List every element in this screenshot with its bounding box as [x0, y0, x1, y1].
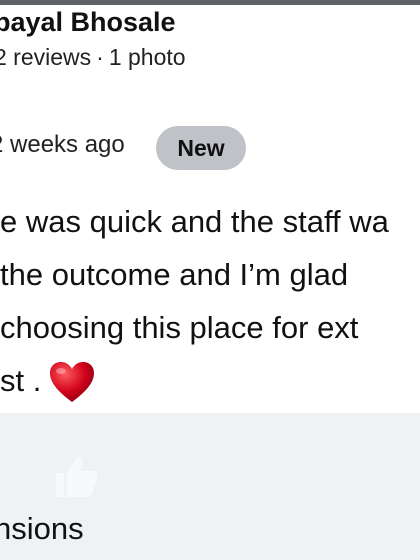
review-line-last: st .	[0, 354, 420, 407]
panel-label[interactable]: nsions	[0, 511, 84, 547]
red-heart-icon	[49, 361, 95, 405]
review-time: 2 weeks ago	[0, 131, 125, 158]
review-card: payal Bhosale 2 reviews · 1 photo 2 weeks …	[0, 5, 420, 413]
reviewer-name[interactable]: payal Bhosale	[0, 7, 176, 38]
bottom-panel: nsions	[0, 413, 420, 560]
meta-separator: ·	[96, 44, 104, 70]
new-badge: New	[156, 126, 246, 170]
reviewer-review-count: 2 reviews	[0, 44, 92, 70]
review-line: the outcome and I’m glad	[0, 257, 349, 292]
reviewer-meta: 2 reviews · 1 photo	[0, 44, 186, 71]
review-line: e was quick and the staff wa	[0, 204, 389, 239]
faded-thumbs-up-icon	[50, 453, 100, 501]
reviewer-photo-count: 1 photo	[108, 44, 186, 70]
review-line-text: st .	[0, 363, 42, 398]
review-line: choosing this place for ext	[0, 310, 359, 345]
review-text: e was quick and the staff wa the outcome…	[0, 195, 420, 407]
